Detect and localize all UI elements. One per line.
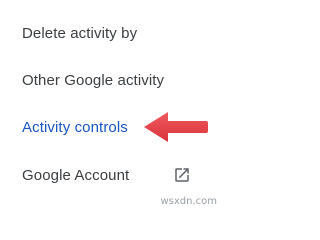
open-in-new-icon[interactable] [173, 166, 191, 184]
side-menu: Delete activity by Other Google activity… [0, 0, 221, 208]
menu-item-label: Delete activity by [22, 24, 138, 42]
watermark: wsxdn.com [160, 196, 217, 207]
menu-item-label: Google Account [22, 166, 130, 184]
annotation-arrow [142, 110, 210, 144]
menu-item-google-account[interactable]: Google Account [22, 162, 221, 188]
menu-item-delete-activity-by[interactable]: Delete activity by [22, 20, 221, 46]
menu-item-other-google-activity[interactable]: Other Google activity [22, 67, 221, 93]
menu-item-label: Activity controls [22, 118, 128, 136]
menu-item-label: Other Google activity [22, 71, 165, 89]
